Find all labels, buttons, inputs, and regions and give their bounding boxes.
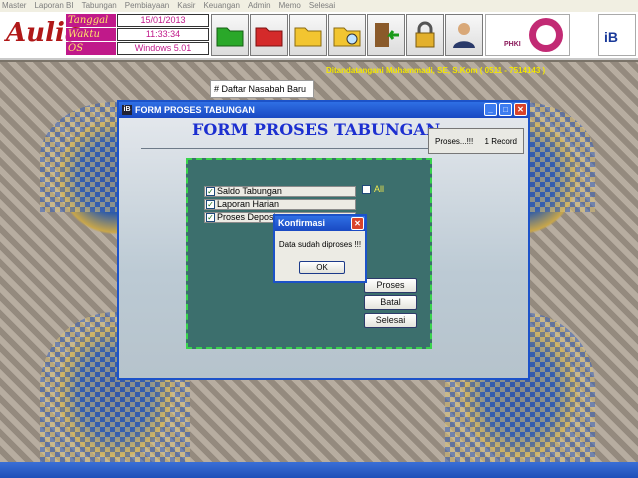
proses-status-text: Proses...!!!: [435, 137, 474, 146]
yellow-folder-icon: [294, 27, 322, 47]
dialog-message: Data sudah diproses !!!: [278, 240, 362, 249]
checkbox-unchecked-icon[interactable]: [362, 185, 371, 195]
red-folder-button[interactable]: [250, 14, 288, 56]
time-label: Waktu: [66, 28, 116, 41]
phki-logo: PHKI: [485, 14, 570, 56]
window-title: FORM PROSES TABUNGAN: [135, 105, 255, 115]
checkbox-laporan-harian[interactable]: ✓ Laporan Harian: [204, 199, 356, 210]
phki-text: PHKI: [504, 41, 521, 48]
ok-button[interactable]: OK: [299, 261, 345, 274]
emblem-icon: [529, 18, 563, 52]
menu-laporan-bi[interactable]: Laporan BI: [34, 0, 73, 12]
checkbox-checked-icon[interactable]: ✓: [206, 213, 215, 222]
taskbar: [0, 462, 638, 478]
green-folder-icon: [216, 27, 244, 47]
date-value: 15/01/2013: [117, 14, 209, 27]
search-folder-button[interactable]: [328, 14, 366, 56]
exit-button[interactable]: [367, 14, 405, 56]
yellow-folder-button[interactable]: [289, 14, 327, 56]
menu-selesai[interactable]: Selesai: [309, 0, 335, 12]
minimize-button[interactable]: _: [484, 103, 497, 116]
dialog-title: Konfirmasi: [278, 218, 326, 228]
green-folder-button[interactable]: [211, 14, 249, 56]
dialog-close-button[interactable]: ✕: [351, 217, 364, 230]
time-value: 11:33:34: [117, 28, 209, 41]
search-folder-icon: [333, 27, 361, 47]
checkbox-checked-icon[interactable]: ✓: [206, 200, 215, 209]
daftar-nasabah-tooltip[interactable]: # Daftar Nasabah Baru: [210, 80, 314, 98]
exit-door-icon: [375, 23, 399, 47]
header-panel: Aulia Tanggal 15/01/2013 Waktu 11:33:34 …: [0, 12, 638, 60]
form-heading: FORM PROSES TABUNGAN: [192, 120, 441, 139]
checkbox-saldo-tabungan[interactable]: ✓ Saldo Tabungan: [204, 186, 356, 197]
menu-keuangan[interactable]: Keuangan: [203, 0, 239, 12]
all-label: All: [374, 184, 385, 194]
proses-button[interactable]: Proses: [364, 278, 417, 293]
status-text: Ditandatangani Muhammadi, SE, S.Kom ( 05…: [326, 66, 546, 75]
ib-logo: iB: [598, 14, 636, 56]
lock-icon: [415, 21, 435, 48]
checkbox-all[interactable]: All: [362, 184, 385, 195]
os-value: Windows 5.01: [117, 42, 209, 55]
heading-divider: [141, 148, 431, 149]
ib-text: iB: [604, 29, 618, 45]
selesai-button[interactable]: Selesai: [364, 313, 417, 328]
konfirmasi-dialog: Konfirmasi ✕ Data sudah diproses !!! OK: [273, 214, 367, 283]
date-label: Tanggal: [66, 14, 116, 27]
user-button[interactable]: [445, 14, 483, 56]
menu-pembiayaan[interactable]: Pembiayaan: [125, 0, 169, 12]
menubar: Master Laporan BI Tabungan Pembiayaan Ka…: [0, 0, 638, 12]
dialog-titlebar[interactable]: Konfirmasi ✕: [275, 216, 365, 231]
batal-button[interactable]: Batal: [364, 295, 417, 310]
menu-memo[interactable]: Memo: [279, 0, 301, 12]
os-label: OS: [66, 42, 116, 55]
checkbox-label: Saldo Tabungan: [217, 186, 282, 196]
lock-button[interactable]: [406, 14, 444, 56]
menu-kasir[interactable]: Kasir: [177, 0, 195, 12]
app-icon: iB: [122, 105, 132, 115]
window-titlebar[interactable]: iB FORM PROSES TABUNGAN _ □ ✕: [119, 102, 528, 118]
proses-status-box: Proses...!!! 1 Record: [428, 128, 524, 154]
maximize-button[interactable]: □: [499, 103, 512, 116]
user-icon: [453, 23, 475, 48]
record-count: 1 Record: [484, 137, 517, 146]
checkbox-label: Laporan Harian: [217, 199, 280, 209]
menu-master[interactable]: Master: [2, 0, 26, 12]
menu-tabungan[interactable]: Tabungan: [82, 0, 117, 12]
red-folder-icon: [255, 27, 283, 47]
close-button[interactable]: ✕: [514, 103, 527, 116]
menu-admin[interactable]: Admin: [248, 0, 271, 12]
checkbox-checked-icon[interactable]: ✓: [206, 187, 215, 196]
app-logo: Aulia: [0, 14, 82, 56]
